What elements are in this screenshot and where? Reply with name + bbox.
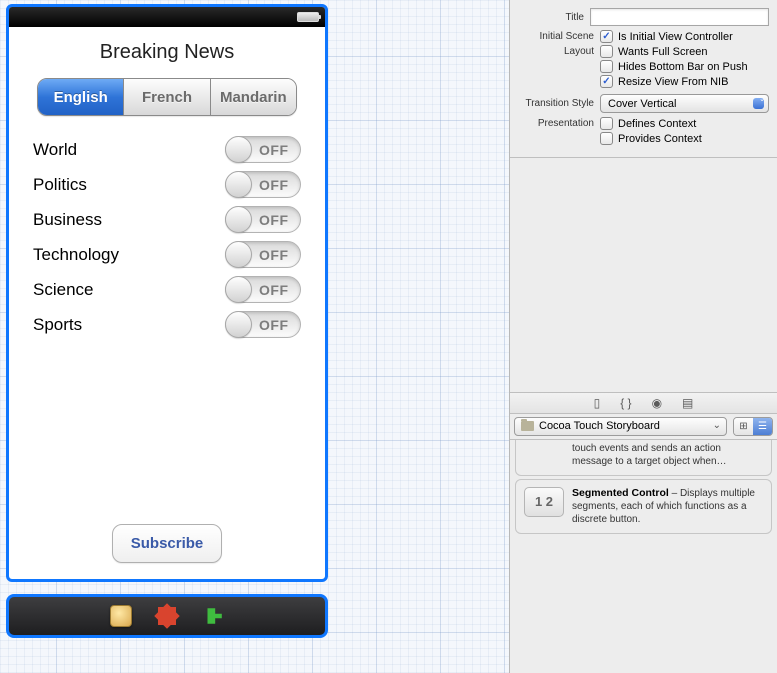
library-filter-select[interactable]: Cocoa Touch Storyboard [514,417,727,436]
field-label: Initial Scene [518,31,594,42]
checkbox-label: Is Initial View Controller [618,31,733,43]
status-bar [9,7,325,27]
library-filter-bar: Cocoa Touch Storyboard ⊞ ☰ [510,414,777,440]
transition-style-select[interactable]: Cover Vertical [600,94,769,113]
folder-icon [521,421,534,431]
checkbox-defines-context[interactable] [600,117,613,130]
media-library-icon[interactable]: ▤ [682,396,693,410]
library-item-text: Segmented Control – Displays multiple se… [572,487,763,526]
subscribe-button[interactable]: Subscribe [112,524,223,563]
category-label[interactable]: Technology [33,245,119,265]
category-label[interactable]: World [33,140,77,160]
checkbox-label: Defines Context [618,118,696,130]
segmented-thumb-icon: 1 2 [524,487,564,517]
first-responder-icon[interactable] [110,605,132,627]
field-label: Layout [518,46,594,57]
switch-science[interactable]: OFF [225,276,301,303]
switch-politics[interactable]: OFF [225,171,301,198]
checkbox-provides-context[interactable] [600,132,613,145]
canvas-area[interactable]: Breaking News English French Mandarin Wo… [0,0,509,673]
checkbox-full-screen[interactable] [600,45,613,58]
switch-sports[interactable]: OFF [225,311,301,338]
field-label: Transition Style [518,98,594,109]
category-label[interactable]: Business [33,210,102,230]
switch-technology[interactable]: OFF [225,241,301,268]
switch-business[interactable]: OFF [225,206,301,233]
category-label[interactable]: Sports [33,315,82,335]
exit-icon[interactable] [202,605,224,627]
view-controller-icon[interactable] [158,607,176,625]
scene-dock[interactable] [6,594,328,638]
title-input[interactable] [590,8,769,26]
field-label: Presentation [518,118,594,129]
checkbox-label: Hides Bottom Bar on Push [618,61,748,73]
field-label: Title [518,12,584,23]
library-tab-bar: ▯ { } ◉ ▤ [510,392,777,414]
grid-view-icon[interactable]: ⊞ [734,418,753,435]
list-view-icon[interactable]: ☰ [753,418,772,435]
checkbox-label: Resize View From NIB [618,76,728,88]
segment-french[interactable]: French [124,79,210,115]
checkbox-label: Provides Context [618,133,702,145]
checkbox-resize-view[interactable] [600,75,613,88]
file-template-icon[interactable]: ▯ [594,396,601,410]
segment-mandarin[interactable]: Mandarin [211,79,296,115]
object-library-icon[interactable]: ◉ [652,396,662,410]
screen-title[interactable]: Breaking News [33,41,301,64]
checkbox-label: Wants Full Screen [618,46,707,58]
library-list[interactable]: touch events and sends an action message… [510,440,777,673]
switch-world[interactable]: OFF [225,136,301,163]
library-item[interactable]: touch events and sends an action message… [515,440,772,476]
inspector-panel: Title Initial Scene Is Initial View Cont… [509,0,777,673]
code-snippet-icon[interactable]: { } [620,396,631,410]
category-label[interactable]: Politics [33,175,87,195]
category-label[interactable]: Science [33,280,93,300]
phone-mockup[interactable]: Breaking News English French Mandarin Wo… [6,4,328,582]
library-item-segmented-control[interactable]: 1 2 Segmented Control – Displays multipl… [515,479,772,534]
category-list: World OFF Politics OFF Business OFF Tech… [33,132,301,342]
library-item-text: touch events and sends an action message… [572,442,763,468]
battery-icon [297,12,319,22]
language-segmented-control[interactable]: English French Mandarin [37,78,297,116]
checkbox-hides-bottom-bar[interactable] [600,60,613,73]
inspector-empty-area [510,158,777,392]
library-view-toggle[interactable]: ⊞ ☰ [733,417,773,436]
segment-english[interactable]: English [38,79,124,115]
checkbox-initial-view[interactable] [600,30,613,43]
